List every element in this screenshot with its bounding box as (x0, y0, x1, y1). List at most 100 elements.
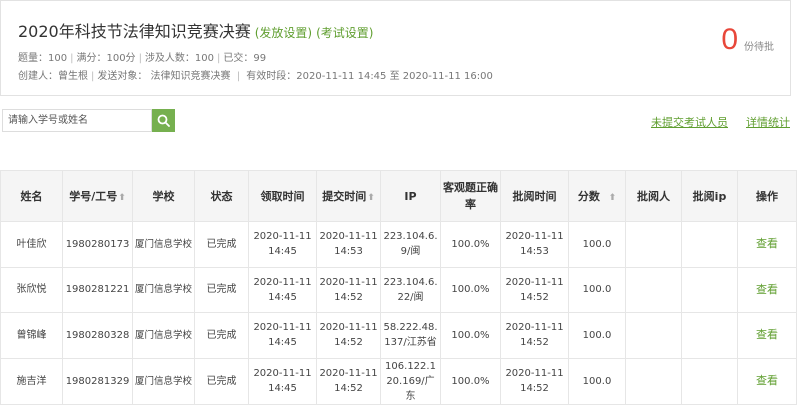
submit-time: 2020-11-11 14:53 (316, 221, 381, 268)
reviewer-ip (681, 221, 738, 268)
col-status: 状态 (194, 170, 249, 222)
exam-stats: 题量：100 | 满分：100分 | 涉及人数：100 | 已交：99 (18, 53, 267, 64)
col-id[interactable]: 学号/工号⬆ (62, 170, 133, 222)
school: 厦门信息学校 (132, 357, 195, 405)
reviewer (625, 312, 682, 359)
reviewer-ip (681, 266, 738, 313)
submitted-count: 已交：99 (223, 53, 267, 64)
participant-count: 涉及人数：100 (144, 53, 215, 64)
action-cell: 查看 (737, 312, 797, 359)
view-link[interactable]: 查看 (756, 374, 778, 387)
table-header-row: 姓名 学号/工号⬆ 学校 状态 领取时间 提交时间⬆ IP 客观题正确率 批阅时… (0, 170, 797, 222)
toolbar-links: 未提交考试人员 详情统计 (651, 114, 790, 130)
student-name: 叶佳欣 (0, 221, 63, 268)
student-id: 1980281329 (62, 357, 133, 405)
exam-header: 2020年科技节法律知识竞赛决赛 (发放设置) (考试设置) 题量：100 | 满分… (0, 0, 791, 96)
table-row: 张欣悦 1980281221 厦门信息学校 已完成 2020-11-11 14:4… (0, 266, 797, 313)
send-target: 发送对象： 法律知识竞赛决赛 (97, 71, 231, 82)
details-link[interactable]: 详情统计 (746, 114, 790, 130)
review-time: 2020-11-11 14:52 (500, 357, 569, 405)
table-row: 施吉洋 1980281329 厦门信息学校 已完成 2020-11-11 14:4… (0, 357, 797, 405)
col-review-time: 批阅时间 (500, 170, 569, 222)
review-time: 2020-11-11 14:52 (500, 266, 569, 313)
review-time: 2020-11-11 14:52 (500, 312, 569, 359)
status: 已完成 (194, 312, 249, 359)
sort-icon[interactable]: ⬆ (609, 193, 617, 203)
reviewer-ip (681, 312, 738, 359)
search-button[interactable] (152, 109, 175, 132)
col-objective-rate: 客观题正确率 (440, 170, 501, 222)
col-receive-time: 领取时间 (248, 170, 317, 222)
col-ip: IP (380, 170, 441, 222)
objective-rate: 100.0% (440, 312, 501, 359)
view-link[interactable]: 查看 (756, 237, 778, 250)
question-count: 题量：100 (18, 53, 68, 64)
school: 厦门信息学校 (132, 266, 195, 313)
score: 100.0 (568, 221, 626, 268)
pending-count: 0 (721, 23, 738, 56)
col-school: 学校 (132, 170, 195, 222)
review-time: 2020-11-11 14:53 (500, 221, 569, 268)
ip: 223.104.6.22/闽 (380, 266, 441, 313)
objective-rate: 100.0% (440, 221, 501, 268)
col-reviewer-ip: 批阅ip (681, 170, 738, 222)
student-name: 施吉洋 (0, 357, 63, 405)
full-score: 满分：100分 (76, 53, 136, 64)
title-row: 2020年科技节法律知识竞赛决赛 (发放设置) (考试设置) (18, 18, 373, 42)
status: 已完成 (194, 357, 249, 405)
col-action: 操作 (737, 170, 797, 222)
receive-time: 2020-11-11 14:45 (248, 221, 317, 268)
student-id: 1980280173 (62, 221, 133, 268)
receive-time: 2020-11-11 14:45 (248, 266, 317, 313)
submit-time: 2020-11-11 14:52 (316, 312, 381, 359)
exam-info: 创建人：曾生根 | 发送对象： 法律知识竞赛决赛 | 有效时段：2020-11-11… (18, 71, 493, 82)
search-input[interactable] (2, 109, 152, 132)
student-name: 曾锦峰 (0, 312, 63, 359)
score: 100.0 (568, 312, 626, 359)
pending-review: 0 份待批 (721, 25, 774, 55)
view-link[interactable]: 查看 (756, 328, 778, 341)
action-cell: 查看 (737, 266, 797, 313)
submit-time: 2020-11-11 14:52 (316, 357, 381, 405)
objective-rate: 100.0% (440, 266, 501, 313)
col-name: 姓名 (0, 170, 63, 222)
exam-settings-link[interactable]: (考试设置) (316, 24, 373, 41)
score: 100.0 (568, 266, 626, 313)
receive-time: 2020-11-11 14:45 (248, 312, 317, 359)
action-cell: 查看 (737, 357, 797, 405)
view-link[interactable]: 查看 (756, 283, 778, 296)
reviewer (625, 221, 682, 268)
publish-settings-link[interactable]: (发放设置) (255, 24, 312, 41)
reviewer-ip (681, 357, 738, 405)
student-id: 1980281221 (62, 266, 133, 313)
student-name: 张欣悦 (0, 266, 63, 313)
table-row: 叶佳欣 1980280173 厦门信息学校 已完成 2020-11-11 14:4… (0, 221, 797, 268)
status: 已完成 (194, 266, 249, 313)
pending-label: 份待批 (744, 42, 774, 53)
ip: 58.222.48.137/江苏省 (380, 312, 441, 359)
sort-icon[interactable]: ⬆ (367, 193, 375, 203)
status: 已完成 (194, 221, 249, 268)
col-submit-time[interactable]: 提交时间⬆ (316, 170, 381, 222)
exam-title: 2020年科技节法律知识竞赛决赛 (18, 22, 251, 41)
valid-period: 有效时段：2020-11-11 14:45 至 2020-11-11 16:00 (246, 71, 493, 82)
col-score[interactable]: 分数 ⬆ (568, 170, 626, 222)
school: 厦门信息学校 (132, 312, 195, 359)
search-icon (157, 114, 170, 127)
action-cell: 查看 (737, 221, 797, 268)
student-id: 1980280328 (62, 312, 133, 359)
sort-icon[interactable]: ⬆ (118, 193, 126, 203)
creator: 创建人：曾生根 (18, 71, 88, 82)
ip: 223.104.6.9/闽 (380, 221, 441, 268)
submit-time: 2020-11-11 14:52 (316, 266, 381, 313)
col-reviewer: 批阅人 (625, 170, 682, 222)
results-table: 姓名 学号/工号⬆ 学校 状态 领取时间 提交时间⬆ IP 客观题正确率 批阅时… (0, 170, 797, 405)
objective-rate: 100.0% (440, 357, 501, 405)
ip: 106.122.120.169/广东 (380, 357, 441, 405)
table-row: 曾锦峰 1980280328 厦门信息学校 已完成 2020-11-11 14:4… (0, 312, 797, 359)
reviewer (625, 266, 682, 313)
unsubmitted-link[interactable]: 未提交考试人员 (651, 114, 728, 130)
school: 厦门信息学校 (132, 221, 195, 268)
score: 100.0 (568, 357, 626, 405)
reviewer (625, 357, 682, 405)
